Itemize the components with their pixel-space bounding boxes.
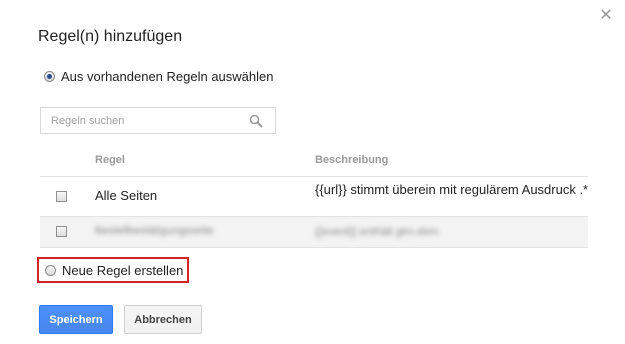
existing-rules-radio[interactable] [44, 71, 55, 82]
column-header-description: Beschreibung [315, 154, 389, 166]
search-input[interactable] [51, 114, 241, 128]
search-box[interactable] [40, 107, 276, 134]
table-row[interactable]: Alle Seiten {{url}} stimmt überein mit r… [40, 177, 588, 217]
rule-name: Bestellbestätigungsseite [95, 225, 214, 237]
new-rule-radio[interactable] [45, 265, 56, 276]
new-rule-option[interactable]: Neue Regel erstellen [45, 263, 183, 278]
search-icon[interactable] [249, 114, 263, 128]
rule-description: {{event}} enthält gtm.dom [315, 226, 439, 238]
save-button[interactable]: Speichern [39, 305, 113, 334]
row-checkbox[interactable] [56, 191, 67, 202]
rule-description: {{url}} stimmt überein mit regulärem Aus… [315, 182, 589, 197]
new-rule-label: Neue Regel erstellen [62, 263, 184, 278]
dialog-title: Regel(n) hinzufügen [38, 28, 183, 45]
column-header-rule: Regel [95, 154, 125, 166]
row-checkbox[interactable] [56, 226, 67, 237]
cancel-button[interactable]: Abbrechen [124, 305, 202, 334]
new-rule-highlight: Neue Regel erstellen [37, 257, 189, 283]
table-row[interactable]: Bestellbestätigungsseite {{event}} enthä… [40, 217, 588, 248]
existing-rules-label: Aus vorhandenen Regeln auswählen [61, 69, 274, 84]
rule-name: Alle Seiten [95, 188, 158, 203]
close-icon[interactable]: ✕ [599, 8, 613, 24]
existing-rules-option[interactable]: Aus vorhandenen Regeln auswählen [44, 69, 274, 84]
rules-table: Regel Beschreibung Alle Seiten {{url}} s… [40, 146, 588, 248]
table-header: Regel Beschreibung [40, 146, 588, 177]
